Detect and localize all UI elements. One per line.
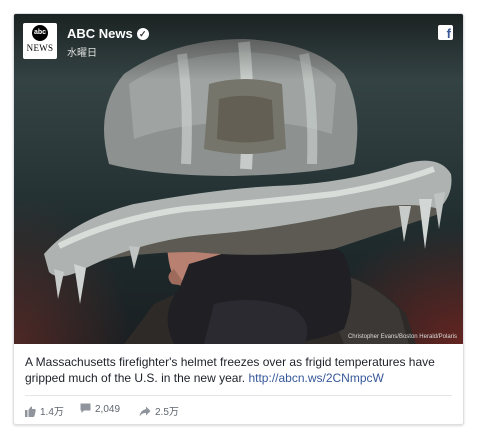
post-date[interactable]: 水曜日 bbox=[67, 44, 97, 59]
comment-count: 2,049 bbox=[95, 404, 121, 415]
abc-logo-news-text: NEWS bbox=[26, 43, 54, 53]
share-stat[interactable]: 2.5万 bbox=[139, 403, 179, 418]
source-name-text: ABC News bbox=[67, 26, 133, 41]
post-card: abc NEWS ABC News ✓ 水曜日 f Christopher Eva… bbox=[13, 13, 464, 425]
verified-check-icon: ✓ bbox=[136, 28, 149, 40]
share-arrow-icon bbox=[139, 406, 151, 417]
comment-icon bbox=[80, 403, 91, 413]
like-stat[interactable]: 1.4万 bbox=[25, 403, 64, 418]
thumbs-up-icon bbox=[25, 406, 36, 417]
source-name[interactable]: ABC News ✓ bbox=[67, 26, 149, 41]
post-caption: A Massachusetts firefighter's helmet fre… bbox=[25, 354, 455, 386]
photo-credit: Christopher Evans/Boston Herald/Polaris bbox=[347, 334, 457, 340]
abc-logo-mark: abc bbox=[32, 25, 48, 41]
like-count: 1.4万 bbox=[40, 407, 64, 418]
facebook-icon[interactable]: f bbox=[438, 25, 453, 41]
share-count: 2.5万 bbox=[155, 407, 179, 418]
comment-stat[interactable]: 2,049 bbox=[80, 403, 120, 415]
stats-divider bbox=[25, 395, 452, 396]
post-photo[interactable]: abc NEWS ABC News ✓ 水曜日 f Christopher Eva… bbox=[14, 14, 463, 344]
abc-news-logo[interactable]: abc NEWS bbox=[23, 23, 57, 59]
caption-link[interactable]: http://abcn.ws/2CNmpcW bbox=[248, 371, 383, 385]
